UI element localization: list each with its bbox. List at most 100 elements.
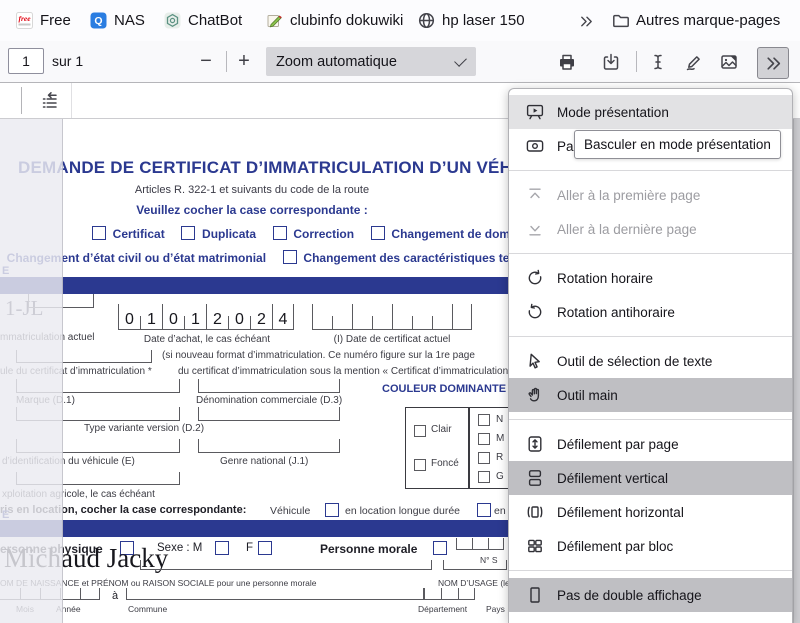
divider <box>21 87 22 114</box>
nas-favicon: Q <box>90 12 107 29</box>
draw-tool-button[interactable] <box>679 47 709 77</box>
checkbox-personne-morale <box>433 541 447 555</box>
check-label: Correction <box>293 227 354 241</box>
type-label: Type variante version (D.2) <box>84 423 204 434</box>
checkbox-couleur-1 <box>478 414 490 426</box>
a-label: à <box>112 590 118 602</box>
menu-item-page-scrolling[interactable]: Défilement par page <box>509 427 792 461</box>
couleur-title: COULEUR DOMINANTE <box>382 383 506 395</box>
checkbox-couleur-3 <box>478 452 490 464</box>
menu-item-presentation-mode[interactable]: Mode présentation <box>509 95 792 129</box>
cert-date-field <box>312 304 472 330</box>
pdf-tools-menu: Mode présentation Page actuelle (vue d’e… <box>508 88 793 623</box>
menu-item-text-selection-tool[interactable]: Outil de sélection de texte <box>509 344 792 378</box>
divider <box>468 408 470 488</box>
menu-item-rotate-ccw[interactable]: Rotation antihoraire <box>509 295 792 329</box>
date-cell <box>332 316 352 330</box>
field-bracket <box>198 407 340 421</box>
checkbox-sexe-f <box>258 541 272 555</box>
date-cell <box>392 304 412 330</box>
menu-item-label: Défilement horizontal <box>557 505 684 520</box>
denomination-label: Dénomination commerciale (D.3) <box>196 395 342 406</box>
rotate-clockwise-icon <box>526 269 544 287</box>
checkbox-couleur-4 <box>478 471 490 483</box>
checkbox-clair <box>414 425 426 437</box>
checkbox-sexe-m <box>215 541 229 555</box>
eye-icon <box>526 137 544 155</box>
menu-item-label: Pas de double affichage <box>557 588 702 603</box>
menu-separator <box>509 336 792 337</box>
bookmark-nas[interactable]: Q NAS <box>86 7 149 35</box>
first-page-icon <box>526 186 544 204</box>
numero-cells <box>456 538 504 550</box>
zoom-select[interactable]: Zoom automatique <box>266 47 476 76</box>
menu-item-hand-tool[interactable]: Outil main <box>509 378 792 412</box>
image-tool-button[interactable] <box>714 47 744 77</box>
departement-label: Département <box>418 604 467 614</box>
page-number-input[interactable] <box>8 48 44 74</box>
checkbox-couleur-2 <box>478 433 490 445</box>
toolbar-divider <box>226 51 227 72</box>
horizontal-scrolling-icon <box>526 503 544 521</box>
cell <box>472 538 488 550</box>
couleur-option: G <box>496 471 504 482</box>
menu-item-label: Outil main <box>557 388 618 403</box>
zoom-in-button[interactable]: + <box>229 45 259 77</box>
couleur-option: M <box>496 433 504 444</box>
menu-item-label: Rotation antihoraire <box>557 305 675 320</box>
date-cell: 2 <box>250 316 272 330</box>
toggle-sidebar-button[interactable] <box>34 87 62 114</box>
bookmark-hp-laser[interactable]: hp laser 150 <box>414 7 529 35</box>
checkbox-certificat <box>92 226 106 240</box>
date-cell <box>412 316 432 330</box>
menu-item-last-page[interactable]: Aller à la dernière page <box>509 212 792 246</box>
couleur-option: N <box>496 414 503 425</box>
zoom-out-button[interactable]: − <box>191 45 221 77</box>
date-cell <box>452 304 472 330</box>
checkbox-chgt-caracteristiques <box>283 250 297 264</box>
field-bracket <box>126 588 424 600</box>
date-cell <box>432 316 452 330</box>
scrollbar[interactable] <box>793 82 800 623</box>
date-cell: 0 <box>228 316 250 330</box>
bookmark-label: clubinfo dokuwiki <box>290 12 403 29</box>
bookmark-free[interactable]: free Free <box>12 7 75 35</box>
clair-label: Clair <box>431 424 452 435</box>
menu-item-label: Outil de sélection de texte <box>557 354 712 369</box>
menu-item-wrapped-scrolling[interactable]: Défilement par bloc <box>509 529 792 563</box>
bookmark-chatbot[interactable]: ChatBot <box>160 7 246 35</box>
form-instruction: Veuillez cocher la case correspondante : <box>62 203 442 217</box>
commune-label: Commune <box>128 604 167 614</box>
divider <box>71 82 72 118</box>
f-label: F <box>246 542 253 554</box>
cell <box>458 588 475 600</box>
date-cell: 1 <box>140 316 162 330</box>
menu-item-label: Mode présentation <box>557 105 669 120</box>
checkbox-lld <box>325 503 339 517</box>
text-selection-tool-button[interactable] <box>643 47 673 77</box>
free-favicon: free <box>16 12 33 29</box>
check-label: Certificat <box>113 227 165 241</box>
checkbox-chgt-domicile <box>371 226 385 240</box>
browser-window: free Free Q NAS ChatBot clubinfo dokuwik… <box>0 0 800 623</box>
menu-separator <box>509 419 792 420</box>
menu-item-horizontal-scrolling[interactable]: Défilement horizontal <box>509 495 792 529</box>
menu-item-first-page[interactable]: Aller à la première page <box>509 178 792 212</box>
bookmarks-overflow-chevron[interactable] <box>572 7 600 35</box>
toolbar-more-tools-button[interactable] <box>757 47 789 79</box>
menu-item-rotate-cw[interactable]: Rotation horaire <box>509 261 792 295</box>
print-button[interactable] <box>552 47 582 77</box>
vehicule-label: Véhicule <box>270 505 310 517</box>
page-scrolling-icon <box>526 435 544 453</box>
checkbox-correction <box>273 226 287 240</box>
other-bookmarks-label: Autres marque-pages <box>636 12 780 29</box>
svg-text:Q: Q <box>94 15 102 27</box>
cell <box>60 588 80 600</box>
bookmark-dokuwiki[interactable]: clubinfo dokuwiki <box>262 7 407 35</box>
date-cell <box>312 304 332 330</box>
menu-item-vertical-scrolling[interactable]: Défilement vertical <box>509 461 792 495</box>
menu-item-no-spreads[interactable]: Pas de double affichage <box>509 578 792 612</box>
save-button[interactable] <box>596 47 626 77</box>
other-bookmarks-folder[interactable]: Autres marque-pages <box>608 7 784 35</box>
form-subtitle: Articles R. 322-1 et suivants du code de… <box>62 184 442 196</box>
